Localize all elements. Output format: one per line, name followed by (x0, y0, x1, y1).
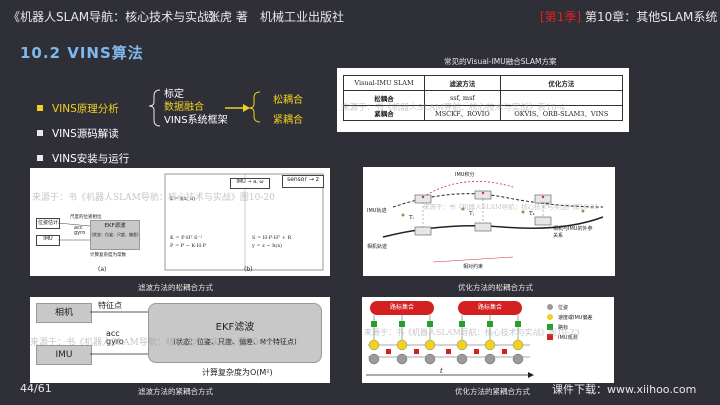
filter-equations-right: S = H·P·Hᵀ + R y = z − h(x) (252, 234, 291, 250)
tight-filter-watermark: 来源于：书《机器人SLAM导航：核心技术与实战》图10-22 (30, 338, 273, 348)
ekf-label: EKF滤波 (215, 322, 255, 333)
tree-mid-list: 标定 数据融合 VINS系统框架 (164, 88, 228, 127)
tight-filter-caption: 滤波方法的紧耦合方式 (138, 387, 213, 396)
tree-item-loose-coupling: 松耦合 (273, 95, 303, 106)
ekf-box: EKF滤波 (状态：位姿、尺度、偏差、M个特征点) (148, 303, 322, 363)
equation: K = P·Hᵀ·S⁻¹ (170, 235, 203, 241)
table-header-cell: 滤波方法 (424, 75, 501, 91)
loose-filter-caption: 滤波方法的松耦合方式 (138, 283, 213, 292)
t-label: Tⱼ (469, 211, 475, 217)
table-watermark: 来源于：书《机器人SLAM导航：核心技术与实战》表10-4 (341, 103, 565, 113)
header-chapter: 第10章：其他SLAM系统 (585, 10, 718, 24)
tree-item-vins-framework: VINS系统框架 (164, 115, 228, 126)
table-caption: 常见的Visual-IMU融合SLAM方案 (444, 57, 557, 66)
sensor-box: sensor → z (282, 175, 324, 188)
imu-input-box: IMU → a, ω (230, 178, 270, 189)
bullet-vins-install[interactable]: VINS安装与运行 (37, 151, 129, 166)
trajectory-diagram (382, 181, 604, 263)
equation: S = H·P·Hᵀ + R (252, 235, 292, 241)
imu-integral-label: IMU积分 (455, 172, 475, 178)
sub-label-a: (a) (98, 266, 107, 273)
sub-label-b: (b) (244, 266, 253, 273)
table-panel: Visual-IMU SLAM 滤波方法 优化方法 松耦合 ssf, msf 紧… (337, 68, 629, 132)
imu-trajectory-label: IMU轨迹 (367, 208, 387, 214)
loose-optim-figure: IMU积分 IMU轨迹 相机轨迹 相对约束 相机与IMU的外参关系 Tᵢ Tⱼ … (363, 167, 615, 276)
header-season: [第1季] (540, 10, 581, 24)
bullet-label: VINS安装与运行 (52, 153, 130, 165)
section-title: 10.2 VINS算法 (20, 44, 144, 62)
table-header-row: Visual-IMU SLAM 滤波方法 优化方法 (342, 75, 624, 91)
bullet-label: VINS源码解读 (52, 128, 119, 140)
complexity-label: 计算复杂度为O(M²) (202, 368, 273, 377)
bullet-square-icon (37, 155, 43, 161)
tree-item-tight-coupling: 紧耦合 (273, 115, 303, 126)
bullet-square-icon (37, 130, 43, 136)
legend-item: 位姿 (558, 305, 569, 311)
tree-item-calibration: 标定 (164, 89, 184, 100)
feature-point-label: 特征点 (98, 301, 122, 310)
loose-optim-caption: 优化方法的松耦合方式 (458, 283, 533, 292)
tight-optim-caption: 优化方法的紧耦合方式 (455, 387, 530, 396)
table-header-cell: Visual-IMU SLAM (342, 75, 426, 91)
table-header-cell: 优化方法 (499, 75, 624, 91)
bullet-square-icon (37, 105, 43, 111)
bullet-label: VINS原理分析 (52, 103, 119, 115)
filter-equations-left: K = P·Hᵀ·S⁻¹ P = P − K·H·P (170, 234, 206, 250)
loose-optim-watermark: 来源于：书《机器人SLAM导航：核心技术与实战》图10-21 (423, 203, 599, 211)
legend-item: 速度或IMU偏差 (558, 315, 593, 321)
t-label: Tₖ (529, 211, 535, 217)
t-label: Tᵢ (409, 215, 414, 221)
tree-item-data-fusion: 数据融合 (164, 102, 204, 113)
relative-constraint-label: 相对约束 (463, 264, 484, 270)
header-book-title: 《机器人SLAM导航：核心技术与实战》 (8, 10, 222, 24)
camera-trajectory-label: 相机轨迹 (367, 244, 388, 250)
equation: P = P − K·H·P (170, 243, 207, 249)
tight-optim-figure: 路标集合 路标集合 位姿 速度或IMU偏差 路标 IMU观测 t 来源于：书《机… (362, 297, 614, 383)
page-number: 44/61 (20, 382, 52, 395)
time-axis-label: t (440, 367, 443, 375)
bullet-vins-source[interactable]: VINS源码解读 (37, 126, 119, 141)
download-link[interactable]: 课件下载：www.xiihoo.com (552, 381, 696, 397)
arrow-right-icon (225, 104, 250, 112)
header-author: 张虎 著 (208, 10, 248, 24)
bullet-vins-principle[interactable]: VINS原理分析 (37, 101, 119, 116)
loose-filter-figure: 位姿估计 IMU acc gyro 尺度的位姿相位 EKF滤波 (状态：位姿、尺… (30, 168, 330, 276)
tight-filter-figure: 相机 IMU 特征点 acc gyro EKF滤波 (状态：位姿、尺度、偏差、M… (30, 297, 330, 383)
equation: y = z − h(x) (252, 243, 283, 249)
camera-imu-extrinsic-label: 相机与IMU的外参关系 (553, 226, 593, 239)
tight-optim-watermark: 来源于：书《机器人SLAM导航：核心技术与实战》图10-23 (364, 328, 580, 337)
loose-filter-watermark: 来源于：书《机器人SLAM导航：核心技术与实战》图10-20 (32, 193, 275, 203)
fusion-table: Visual-IMU SLAM 滤波方法 优化方法 松耦合 ssf, msf 紧… (342, 75, 624, 121)
header-publisher: 机械工业出版社 (260, 10, 345, 24)
tree-right-list: 松耦合 紧耦合 (273, 91, 303, 131)
